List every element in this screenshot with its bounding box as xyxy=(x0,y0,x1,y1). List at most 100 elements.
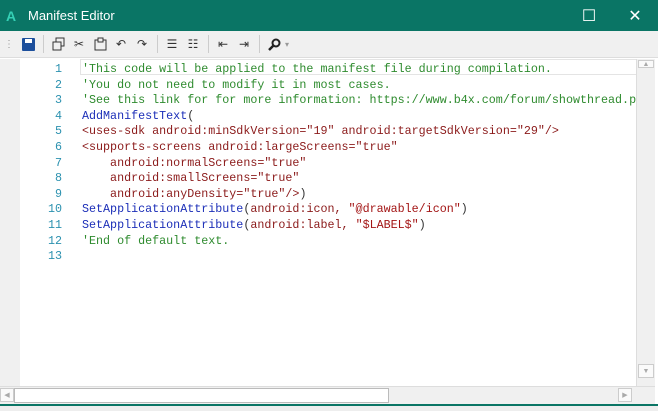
redo-icon: ↷ xyxy=(136,37,148,51)
line-number: 7 xyxy=(54,155,62,170)
code-line[interactable]: 5 <uses-sdk android:minSdkVersion="19" an… xyxy=(20,124,636,140)
code-token-tag: android:label, xyxy=(250,218,356,232)
cut-button[interactable]: ✂ xyxy=(69,34,89,54)
code-line[interactable]: 13 xyxy=(20,249,636,265)
code-text: SetApplicationAttribute(android:icon, "@… xyxy=(82,202,468,218)
code-text: AddManifestText( xyxy=(82,109,194,125)
code-text: <uses-sdk android:minSdkVersion="19" and… xyxy=(82,124,559,140)
uncomment-button[interactable]: ☷ xyxy=(183,34,203,54)
code-line[interactable]: 8 android:smallScreens="true" xyxy=(20,171,636,187)
cut-icon: ✂ xyxy=(73,37,85,51)
comment-block-icon: ☰ xyxy=(166,37,178,51)
code-token-kw: SetApplicationAttribute xyxy=(82,218,244,232)
scroll-left-button[interactable]: ◀ xyxy=(0,388,14,402)
code-token-plain: ( xyxy=(187,108,195,123)
toolbar-divider xyxy=(208,35,209,53)
code-text: android:smallScreens="true" xyxy=(82,171,299,187)
code-text: 'This code will be applied to the manife… xyxy=(82,62,552,78)
code-text: 'You do not need to modify it in most ca… xyxy=(82,78,391,94)
code-line[interactable]: 6 <supports-screens android:largeScreens=… xyxy=(20,140,636,156)
line-number: 5 xyxy=(54,124,62,139)
undo-icon: ↶ xyxy=(115,37,127,51)
code-text: 'See this link for for more information:… xyxy=(82,93,636,109)
code-text: android:normalScreens="true" xyxy=(82,156,306,172)
code-token-str: "@drawable/icon" xyxy=(348,202,461,217)
close-button[interactable]: ✕ xyxy=(612,0,658,31)
code-text: <supports-screens android:largeScreens="… xyxy=(82,140,398,156)
maximize-button[interactable]: ☐ xyxy=(566,0,612,31)
code-line[interactable]: 4 AddManifestText( xyxy=(20,109,636,125)
line-number: 12 xyxy=(47,233,62,248)
horizontal-scrollbar[interactable]: ◀ ▶ xyxy=(0,386,655,404)
line-number: 8 xyxy=(54,171,62,186)
window-title: Manifest Editor xyxy=(28,8,115,23)
line-number: 3 xyxy=(54,93,62,108)
code-token-tag: android:anyDensity="true"/> xyxy=(82,186,300,201)
indent-button[interactable]: ⇥ xyxy=(234,34,254,54)
code-line[interactable]: 7 android:normalScreens="true" xyxy=(20,156,636,172)
comment-button[interactable]: ☰ xyxy=(162,34,182,54)
line-number: 11 xyxy=(47,218,62,232)
code-token-tag: <supports-screens android:largeScreens="… xyxy=(82,140,398,154)
save-button[interactable] xyxy=(18,34,38,54)
app-logo-icon: A xyxy=(6,7,17,24)
code-text: SetApplicationAttribute(android:label, "… xyxy=(82,218,426,234)
toolbar-grip-icon[interactable]: ⋮ xyxy=(4,39,14,50)
line-number: 10 xyxy=(47,202,62,217)
line-number: 13 xyxy=(47,249,62,264)
code-token-kw: AddManifestText xyxy=(82,108,188,123)
paste-icon xyxy=(94,37,106,51)
code-line[interactable]: 12 'End of default text. xyxy=(20,234,636,250)
horizontal-scroll-thumb[interactable] xyxy=(14,388,389,403)
scroll-down-button[interactable]: ▼ xyxy=(638,364,654,378)
search-icon xyxy=(267,38,280,51)
scroll-up-button[interactable]: ▲ xyxy=(638,60,654,68)
copy-icon xyxy=(52,37,64,51)
save-icon xyxy=(21,37,35,51)
code-editor[interactable]: 1 'This code will be applied to the manif… xyxy=(20,59,636,386)
toolbar: ⋮ ✂ ↶ ↷ ☰ ☷ ⇤ ⇥ ▾ xyxy=(0,31,658,58)
code-line[interactable]: 9 android:anyDensity="true"/>) xyxy=(20,187,636,203)
toolbar-divider xyxy=(157,35,158,53)
toolbar-divider xyxy=(259,35,260,53)
code-token-kw: SetApplicationAttribute xyxy=(82,202,244,217)
code-line[interactable]: 10 SetApplicationAttribute(android:icon, … xyxy=(20,202,636,218)
code-token-tag: android:normalScreens="true" xyxy=(82,155,307,170)
copy-button[interactable] xyxy=(48,34,68,54)
vertical-scrollbar[interactable]: ▲ ▼ xyxy=(636,59,655,386)
code-token-comment: 'End of default text. xyxy=(82,233,230,248)
code-text: android:anyDensity="true"/>) xyxy=(82,187,306,203)
code-token-str: "$LABEL$" xyxy=(355,218,419,232)
line-number: 9 xyxy=(54,186,62,201)
code-line[interactable]: 2 'You do not need to modify it in most c… xyxy=(20,78,636,94)
find-button[interactable] xyxy=(264,34,284,54)
code-token-tag: android:icon, xyxy=(250,202,349,217)
outdent-icon: ⇤ xyxy=(217,37,229,51)
code-token-comment: 'See this link for for more information:… xyxy=(82,93,636,108)
paste-button[interactable] xyxy=(90,34,110,54)
line-number: 6 xyxy=(54,140,62,154)
code-token-comment: 'This code will be applied to the manife… xyxy=(82,62,552,76)
code-token-comment: 'You do not need to modify it in most ca… xyxy=(82,77,391,92)
window-footer xyxy=(0,406,658,411)
toolbar-divider xyxy=(43,35,44,53)
toolbar-overflow-icon[interactable]: ▾ xyxy=(285,40,289,49)
uncomment-block-icon: ☷ xyxy=(187,37,199,51)
undo-button[interactable]: ↶ xyxy=(111,34,131,54)
scroll-right-button[interactable]: ▶ xyxy=(618,388,632,402)
code-token-plain: ) xyxy=(418,218,426,232)
code-line[interactable]: 1 'This code will be applied to the manif… xyxy=(20,62,636,78)
code-text: 'End of default text. xyxy=(82,234,229,250)
code-line[interactable]: 3 'See this link for for more information… xyxy=(20,93,636,109)
code-token-plain: ) xyxy=(460,202,468,217)
line-number: 2 xyxy=(54,77,62,92)
line-number: 4 xyxy=(54,108,62,123)
editor-gutter xyxy=(0,59,20,386)
line-number: 1 xyxy=(54,62,62,76)
indent-icon: ⇥ xyxy=(238,37,250,51)
code-line[interactable]: 11 SetApplicationAttribute(android:label,… xyxy=(20,218,636,234)
redo-button[interactable]: ↷ xyxy=(132,34,152,54)
title-bar: A Manifest Editor ☐ ✕ xyxy=(0,0,658,31)
code-token-tag: android:smallScreens="true" xyxy=(82,171,300,186)
outdent-button[interactable]: ⇤ xyxy=(213,34,233,54)
